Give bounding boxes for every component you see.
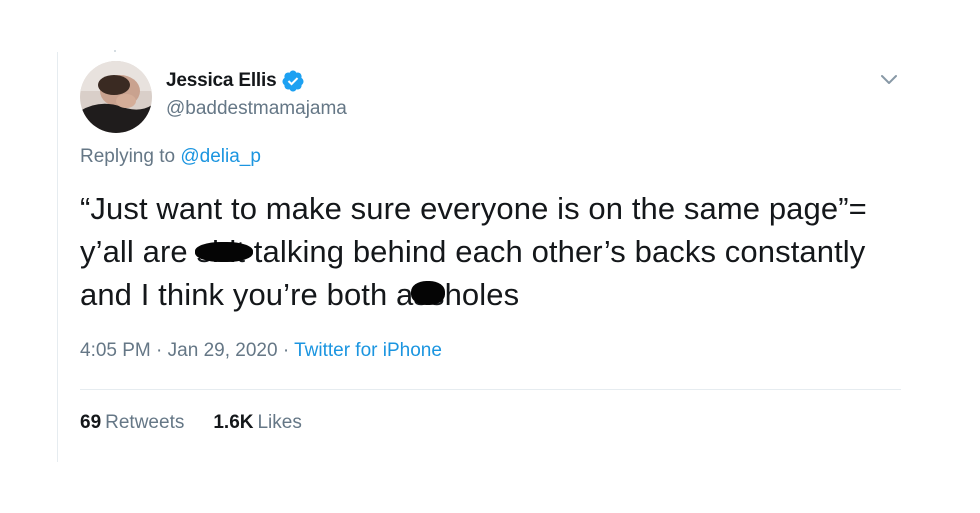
- chevron-down-icon[interactable]: [878, 71, 900, 89]
- replying-to-link[interactable]: @delia_p: [180, 146, 261, 167]
- censor-scribble: [411, 281, 446, 305]
- tweet-time[interactable]: 4:05 PM: [80, 340, 151, 361]
- tweet-meta: 4:05 PM · Jan 29, 2020 · Twitter for iPh…: [80, 340, 442, 362]
- retweets-count: 69: [80, 412, 102, 433]
- avatar-image: [80, 61, 152, 133]
- likes-count: 1.6K: [213, 412, 254, 433]
- tweet-source-link[interactable]: Twitter for iPhone: [294, 340, 442, 361]
- tweet-text: “Just want to make sure everyone is on t…: [80, 187, 910, 316]
- retweets-label: Retweets: [105, 412, 185, 433]
- tweet-text-segment: holes: [444, 277, 520, 312]
- divider: [80, 389, 901, 390]
- author-handle[interactable]: @baddestmamajama: [166, 98, 347, 120]
- tweet-date[interactable]: Jan 29, 2020: [168, 340, 278, 361]
- censored-word: ss: [411, 273, 446, 316]
- meta-separator: ·: [282, 340, 290, 361]
- author-display-name[interactable]: Jessica Ellis: [166, 70, 277, 92]
- likes-label: Likes: [257, 412, 302, 433]
- divider-dot: [114, 50, 116, 52]
- avatar[interactable]: [80, 61, 152, 133]
- author-name-row[interactable]: Jessica Ellis: [166, 68, 305, 94]
- censored-word: shit: [195, 230, 254, 273]
- replying-to-label: Replying to: [80, 146, 176, 167]
- likes-stat[interactable]: 1.6K Likes: [213, 412, 302, 434]
- meta-separator: ·: [156, 340, 163, 361]
- tweet-stats: 69 Retweets 1.6K Likes: [80, 412, 331, 434]
- replying-to: Replying to @delia_p: [80, 146, 261, 168]
- retweets-stat[interactable]: 69 Retweets: [80, 412, 184, 434]
- verified-badge-icon: [282, 70, 304, 92]
- censor-scribble: [195, 242, 254, 262]
